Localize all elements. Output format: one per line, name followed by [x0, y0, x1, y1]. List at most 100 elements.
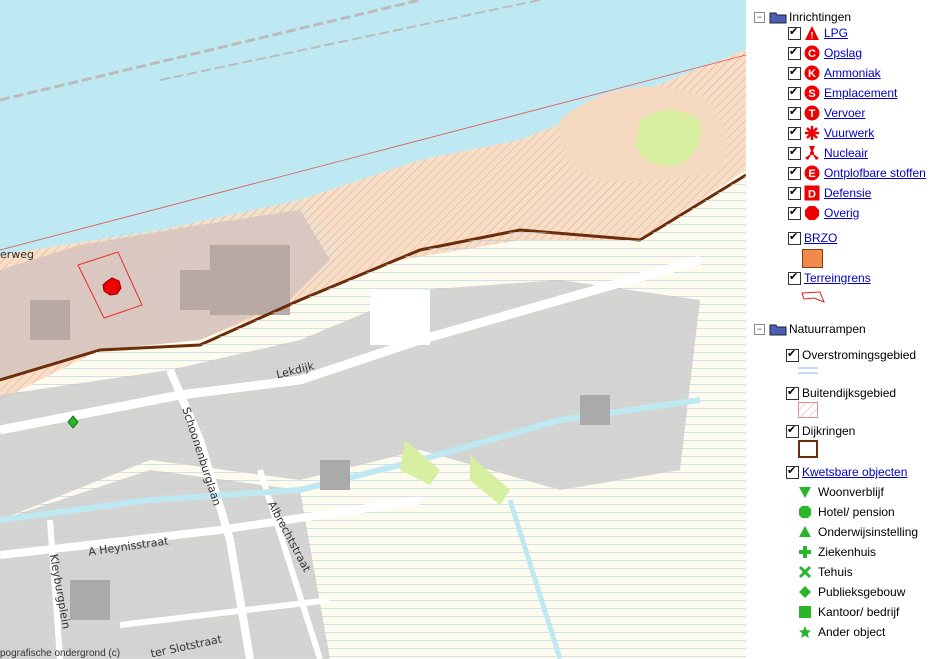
layer-brzo[interactable]: BRZO: [788, 229, 837, 247]
map-copyright: pografische ondergrond (c): [0, 648, 121, 659]
group-label-natuurrampen: Natuurrampen: [789, 322, 866, 336]
layer-link[interactable]: Overig: [824, 206, 859, 220]
brzo-link[interactable]: BRZO: [804, 231, 837, 245]
kwetsbaar-object-label: Publieksgebouw: [818, 585, 906, 599]
svg-text:E: E: [808, 168, 815, 180]
legend-panel: − Inrichtingen ! LPG C Opslag K Ammoniak S Empl…: [746, 0, 948, 659]
terreingrens-shape-icon: [801, 291, 825, 303]
layer-overstromingsgebied[interactable]: Overstromingsgebied: [786, 346, 916, 364]
layer-ontplofbare-stoffen[interactable]: E Ontplofbare stoffen: [788, 164, 926, 182]
layer-link[interactable]: Nucleair: [824, 146, 868, 160]
layer-link[interactable]: Vervoer: [824, 106, 865, 120]
svg-text:D: D: [808, 189, 816, 201]
kwetsbaar-object-item: Tehuis: [798, 563, 853, 581]
layer-emplacement[interactable]: S Emplacement: [788, 84, 897, 102]
publieksgebouw-diamond-icon: [798, 585, 812, 599]
layer-kwetsbare-objecten[interactable]: Kwetsbare objecten: [786, 463, 907, 481]
layer-dijkringen[interactable]: Dijkringen: [786, 422, 855, 440]
buitendijksgebied-symbol-icon: [798, 402, 818, 418]
kwetsbare-objecten-link[interactable]: Kwetsbare objecten: [802, 465, 907, 479]
opslag-c-icon: C: [804, 45, 820, 61]
kwetsbaar-object-item: Hotel/ pension: [798, 503, 895, 521]
collapse-toggle-natuurrampen[interactable]: −: [754, 323, 765, 335]
map-view[interactable]: erweg Lekdijk Schoonenburglaan Albrechts…: [0, 0, 746, 659]
layer-nucleair[interactable]: Nucleair: [788, 144, 868, 162]
kwetsbare-objecten-checkbox[interactable]: [786, 464, 799, 479]
folder-icon: [769, 324, 787, 335]
ontplofbare-e-icon: E: [804, 165, 820, 181]
collapse-toggle-inrichtingen[interactable]: −: [754, 11, 765, 23]
layer-link[interactable]: Ontplofbare stoffen: [824, 166, 926, 180]
defensie-d-icon: D: [804, 185, 820, 201]
layer-link[interactable]: Defensie: [824, 186, 871, 200]
ammoniak-k-icon: K: [804, 65, 820, 81]
brzo-checkbox[interactable]: [788, 230, 801, 245]
kwetsbaar-object-item: Publieksgebouw: [798, 583, 905, 601]
kwetsbaar-object-item: Woonverblijf: [798, 483, 884, 501]
layer-link[interactable]: Vuurwerk: [824, 126, 874, 140]
layer-checkbox[interactable]: [788, 25, 801, 40]
buitendijksgebied-checkbox[interactable]: [786, 385, 799, 400]
kantoor-square-icon: [798, 605, 812, 619]
map-canvas[interactable]: [0, 0, 746, 659]
dijkringen-label: Dijkringen: [802, 424, 856, 438]
layer-ammoniak[interactable]: K Ammoniak: [788, 64, 881, 82]
layer-link[interactable]: Opslag: [824, 46, 862, 60]
svg-text:K: K: [808, 68, 816, 80]
layer-checkbox[interactable]: [788, 105, 801, 120]
layer-checkbox[interactable]: [788, 125, 801, 140]
kwetsbaar-object-label: Onderwijsinstelling: [818, 525, 919, 539]
layer-overig[interactable]: Overig: [788, 204, 859, 222]
layer-checkbox[interactable]: [788, 85, 801, 100]
folder-icon: [769, 12, 787, 23]
layer-checkbox[interactable]: [788, 45, 801, 60]
layer-checkbox[interactable]: [788, 205, 801, 220]
kwetsbaar-object-item: Ander object: [798, 623, 885, 641]
layer-lpg[interactable]: ! LPG: [788, 24, 848, 42]
tehuis-x-icon: [798, 565, 812, 579]
layer-buitendijksgebied[interactable]: Buitendijksgebied: [786, 384, 896, 402]
vervoer-t-icon: T: [804, 105, 820, 121]
svg-text:S: S: [808, 88, 815, 100]
kwetsbaar-object-label: Ander object: [818, 625, 886, 639]
kwetsbaar-object-item: Onderwijsinstelling: [798, 523, 918, 541]
legend-group-inrichtingen: − Inrichtingen: [754, 9, 851, 25]
nucleair-icon: [804, 145, 820, 161]
group-label-inrichtingen: Inrichtingen: [789, 10, 852, 24]
layer-checkbox[interactable]: [788, 185, 801, 200]
kwetsbaar-object-label: Tehuis: [818, 565, 853, 579]
kwetsbaar-object-item: Kantoor/ bedrijf: [798, 603, 899, 621]
layer-terreingrens[interactable]: Terreingrens: [788, 269, 871, 287]
kwetsbaar-object-item: Ziekenhuis: [798, 543, 876, 561]
svg-text:C: C: [808, 48, 816, 60]
layer-link[interactable]: Emplacement: [824, 86, 897, 100]
kwetsbaar-object-label: Kantoor/ bedrijf: [818, 605, 900, 619]
kwetsbaar-object-label: Woonverblijf: [818, 485, 884, 499]
overstromingsgebied-label: Overstromingsgebied: [802, 348, 917, 362]
layer-checkbox[interactable]: [788, 145, 801, 160]
overig-octagon-icon: [804, 205, 820, 221]
layer-checkbox[interactable]: [788, 65, 801, 80]
kwetsbaar-object-label: Ziekenhuis: [818, 545, 877, 559]
street-label-erweg: erweg: [0, 248, 35, 261]
onderwijs-triangle-icon: [798, 525, 812, 539]
woonverblijf-triangle-icon: [798, 485, 812, 499]
ander-object-star-icon: [798, 625, 812, 639]
dijkringen-checkbox[interactable]: [786, 423, 799, 438]
overstromingsgebied-checkbox[interactable]: [786, 347, 799, 362]
layer-vuurwerk[interactable]: Vuurwerk: [788, 124, 874, 142]
brzo-swatch-icon: [802, 249, 823, 268]
vuurwerk-icon: [804, 125, 820, 141]
terreingrens-checkbox[interactable]: [788, 270, 801, 285]
layer-defensie[interactable]: D Defensie: [788, 184, 871, 202]
dijkringen-symbol-icon: [798, 440, 818, 458]
layer-link[interactable]: LPG: [824, 26, 848, 40]
layer-link[interactable]: Ammoniak: [824, 66, 881, 80]
layer-vervoer[interactable]: T Vervoer: [788, 104, 865, 122]
overstromingsgebied-symbol-icon: [798, 367, 818, 374]
ziekenhuis-cross-icon: [798, 545, 812, 559]
layer-opslag[interactable]: C Opslag: [788, 44, 862, 62]
layer-checkbox[interactable]: [788, 165, 801, 180]
terreingrens-link[interactable]: Terreingrens: [804, 271, 871, 285]
kwetsbaar-object-label: Hotel/ pension: [818, 505, 895, 519]
